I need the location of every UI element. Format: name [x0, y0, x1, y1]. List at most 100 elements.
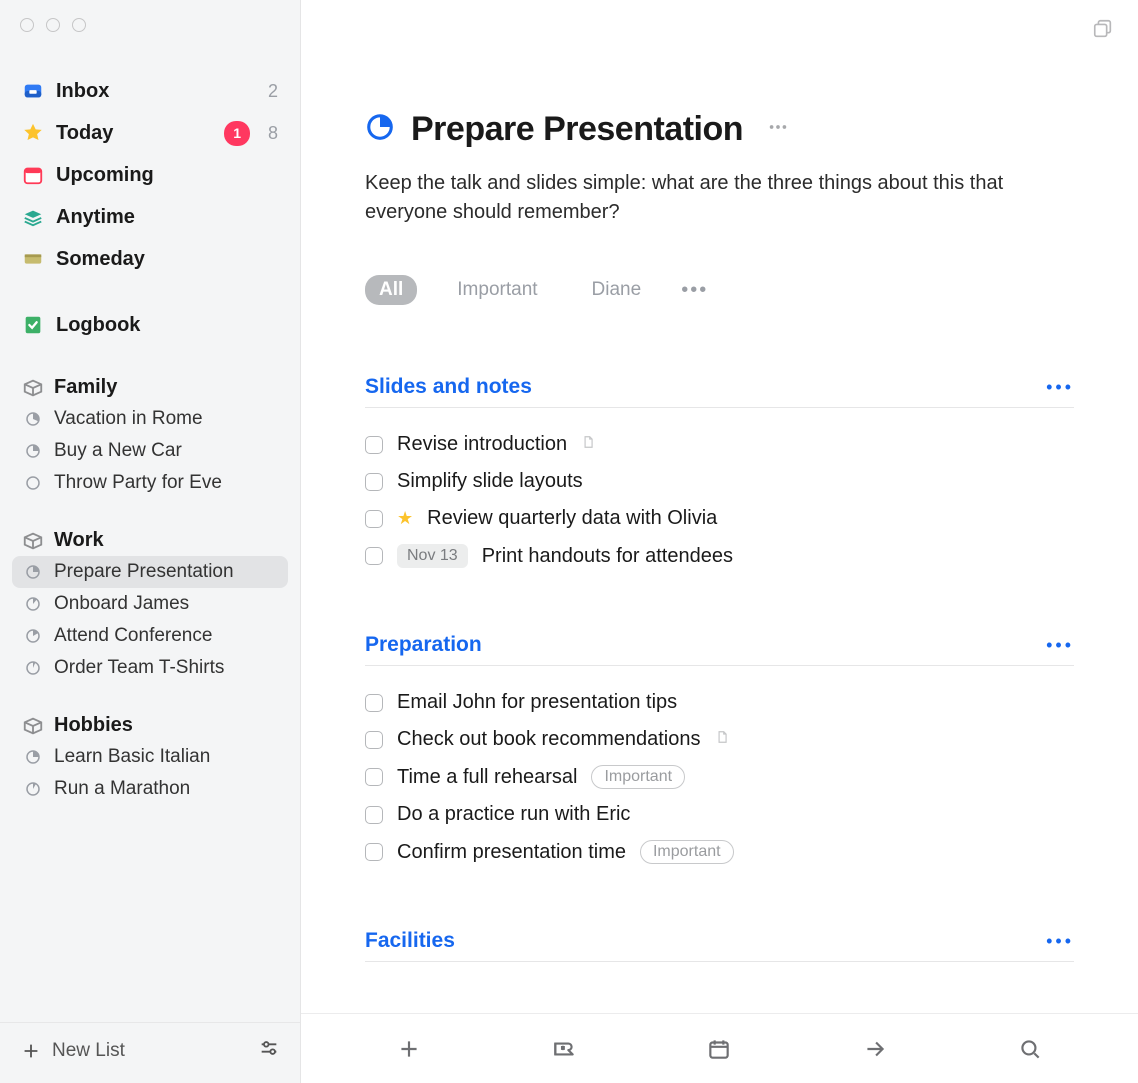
project-order-team-t-shirts[interactable]: Order Team T-Shirts — [12, 652, 288, 684]
section-more-button[interactable]: ••• — [1046, 635, 1074, 656]
task-text: Simplify slide layouts — [397, 470, 583, 493]
main-pane: Prepare Presentation Keep the talk and s… — [301, 0, 1138, 1083]
task-checkbox[interactable] — [365, 843, 383, 861]
task-text: Confirm presentation time — [397, 841, 626, 864]
filter-chip-all[interactable]: All — [365, 275, 417, 305]
task-tag-chip[interactable]: Important — [591, 765, 685, 789]
sidebar-item-label: Upcoming — [56, 160, 278, 190]
project-label: Learn Basic Italian — [54, 746, 278, 768]
fullscreen-window-button[interactable] — [72, 18, 86, 32]
area-header-hobbies[interactable]: Hobbies — [12, 708, 288, 741]
inbox-icon — [22, 80, 44, 102]
section-more-button[interactable]: ••• — [1046, 931, 1074, 952]
project-label: Onboard James — [54, 593, 278, 615]
section-header[interactable]: Preparation ••• — [365, 633, 1074, 666]
project-notes[interactable]: Keep the talk and slides simple: what ar… — [365, 169, 1025, 227]
section-facilities: Facilities ••• — [365, 929, 1074, 962]
sidebar-item-today[interactable]: Today 1 8 — [12, 112, 288, 154]
sliders-icon — [258, 1037, 280, 1059]
task-text: Email John for presentation tips — [397, 691, 677, 714]
task-checkbox[interactable] — [365, 768, 383, 786]
new-todo-button[interactable] — [379, 1036, 439, 1062]
project-prepare-presentation[interactable]: Prepare Presentation — [12, 556, 288, 588]
task-row[interactable]: ★ Review quarterly data with Olivia — [365, 500, 1074, 537]
task-row[interactable]: Nov 13 Print handouts for attendees — [365, 537, 1074, 575]
task-checkbox[interactable] — [365, 436, 383, 454]
project-label: Vacation in Rome — [54, 408, 278, 430]
section-header[interactable]: Facilities ••• — [365, 929, 1074, 962]
sidebar-item-inbox[interactable]: Inbox 2 — [12, 70, 288, 112]
move-button[interactable] — [845, 1036, 905, 1062]
task-checkbox[interactable] — [365, 806, 383, 824]
section-title: Slides and notes — [365, 375, 532, 399]
minimize-window-button[interactable] — [46, 18, 60, 32]
new-list-button[interactable]: New List — [20, 1040, 125, 1062]
task-checkbox[interactable] — [365, 510, 383, 528]
filter-chip-important[interactable]: Important — [443, 275, 551, 305]
new-window-button[interactable] — [1092, 18, 1114, 46]
project-progress-icon — [22, 593, 44, 615]
area-box-icon — [22, 377, 44, 399]
project-learn-basic-italian[interactable]: Learn Basic Italian — [12, 741, 288, 773]
area-header-work[interactable]: Work — [12, 523, 288, 556]
tag-filter-row: All Important Diane ••• — [365, 275, 1074, 305]
smart-lists-group: Inbox 2 Today 1 8 Upcoming — [12, 70, 288, 280]
sidebar-item-upcoming[interactable]: Upcoming — [12, 154, 288, 196]
project-more-button[interactable] — [767, 116, 789, 144]
section-more-button[interactable]: ••• — [1046, 377, 1074, 398]
task-text: Print handouts for attendees — [482, 545, 733, 568]
filter-chip-diane[interactable]: Diane — [578, 275, 656, 305]
area-header-family[interactable]: Family — [12, 370, 288, 403]
area-box-icon — [22, 715, 44, 737]
sidebar-item-anytime[interactable]: Anytime — [12, 196, 288, 238]
project-label: Attend Conference — [54, 625, 278, 647]
task-row[interactable]: Email John for presentation tips — [365, 684, 1074, 721]
project-progress-icon — [22, 408, 44, 430]
sidebar-item-label: Today — [56, 118, 212, 148]
note-icon — [581, 433, 595, 456]
project-attend-conference[interactable]: Attend Conference — [12, 620, 288, 652]
task-row[interactable]: Do a practice run with Eric — [365, 796, 1074, 833]
task-tag-chip[interactable]: Important — [640, 840, 734, 864]
sidebar-item-someday[interactable]: Someday — [12, 238, 288, 280]
sidebar-item-count: 2 — [268, 78, 278, 105]
project-throw-party-for-eve[interactable]: Throw Party for Eve — [12, 467, 288, 499]
filter-more-button[interactable]: ••• — [681, 279, 708, 302]
section-header[interactable]: Slides and notes ••• — [365, 375, 1074, 408]
search-button[interactable] — [1000, 1036, 1060, 1062]
project-content: Prepare Presentation Keep the talk and s… — [301, 0, 1138, 1013]
area-label: Work — [54, 529, 104, 552]
project-onboard-james[interactable]: Onboard James — [12, 588, 288, 620]
calendar-icon — [22, 164, 44, 186]
task-row[interactable]: Simplify slide layouts — [365, 463, 1074, 500]
set-date-button[interactable] — [689, 1036, 749, 1062]
task-checkbox[interactable] — [365, 473, 383, 491]
sidebar-item-logbook[interactable]: Logbook — [12, 304, 288, 346]
section-preparation: Preparation ••• Email John for presentat… — [365, 633, 1074, 871]
area-box-icon — [22, 530, 44, 552]
task-checkbox[interactable] — [365, 731, 383, 749]
settings-button[interactable] — [258, 1037, 280, 1065]
project-buy-a-new-car[interactable]: Buy a New Car — [12, 435, 288, 467]
task-row[interactable]: Time a full rehearsal Important — [365, 758, 1074, 796]
task-checkbox[interactable] — [365, 694, 383, 712]
area-hobbies: Hobbies Learn Basic Italian Run a Marath… — [12, 708, 288, 805]
stack-icon — [22, 206, 44, 228]
logbook-icon — [22, 314, 44, 336]
task-row[interactable]: Confirm presentation time Important — [365, 833, 1074, 871]
note-icon — [715, 728, 729, 751]
task-checkbox[interactable] — [365, 547, 383, 565]
new-heading-button[interactable] — [534, 1036, 594, 1062]
task-row[interactable]: Revise introduction — [365, 426, 1074, 463]
sidebar: Inbox 2 Today 1 8 Upcoming — [0, 0, 301, 1083]
task-row[interactable]: Check out book recommendations — [365, 721, 1074, 758]
star-icon — [22, 122, 44, 144]
project-vacation-in-rome[interactable]: Vacation in Rome — [12, 403, 288, 435]
area-label: Hobbies — [54, 714, 133, 737]
project-label: Buy a New Car — [54, 440, 278, 462]
sidebar-item-count: 8 — [268, 120, 278, 147]
project-run-a-marathon[interactable]: Run a Marathon — [12, 773, 288, 805]
area-work: Work Prepare Presentation Onboard James … — [12, 523, 288, 684]
close-window-button[interactable] — [20, 18, 34, 32]
sidebar-item-label: Logbook — [56, 310, 278, 340]
